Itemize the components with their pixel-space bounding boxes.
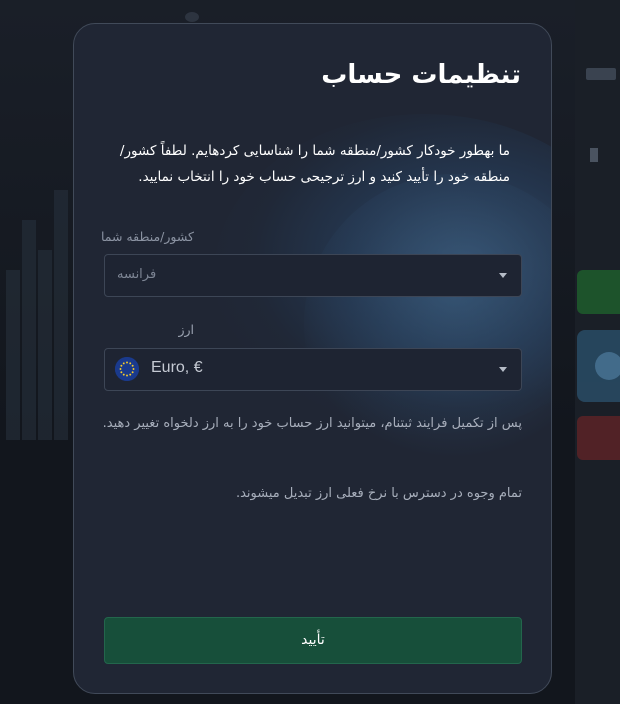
currency-change-note: پس از تکمیل فرایند ثبتنام، میتوانید ارز … (102, 416, 522, 431)
background-chart-bars (0, 140, 74, 440)
background-avatar-button (577, 330, 620, 402)
modal-title: تنظیمات حساب (321, 60, 521, 90)
background-sell-button (577, 416, 620, 460)
background-buy-button (577, 270, 620, 314)
currency-select-value: Euro, € (151, 359, 203, 376)
country-label: کشور/منطقه شما (100, 229, 194, 244)
conversion-note: تمام وجوه در دسترس با نرخ فعلی ارز تبدیل… (235, 486, 522, 501)
chevron-down-icon (499, 273, 507, 278)
background-icon (185, 12, 199, 22)
eu-flag-icon (115, 357, 139, 381)
confirm-button[interactable]: تأیید (104, 617, 522, 664)
currency-select[interactable]: Euro, € (104, 348, 522, 391)
country-select[interactable]: فرانسه (104, 254, 522, 297)
background-panel-text (586, 68, 616, 80)
background-panel-text (590, 148, 598, 162)
modal-description: ما بهطور خودکار کشور/منطقه شما را شناسای… (119, 143, 510, 185)
account-settings-modal: تنظیمات حساب ما بهطور خودکار کشور/منطقه … (73, 23, 552, 694)
chevron-down-icon (499, 367, 507, 372)
currency-label: ارز (178, 322, 194, 337)
country-select-value: فرانسه (117, 267, 157, 282)
